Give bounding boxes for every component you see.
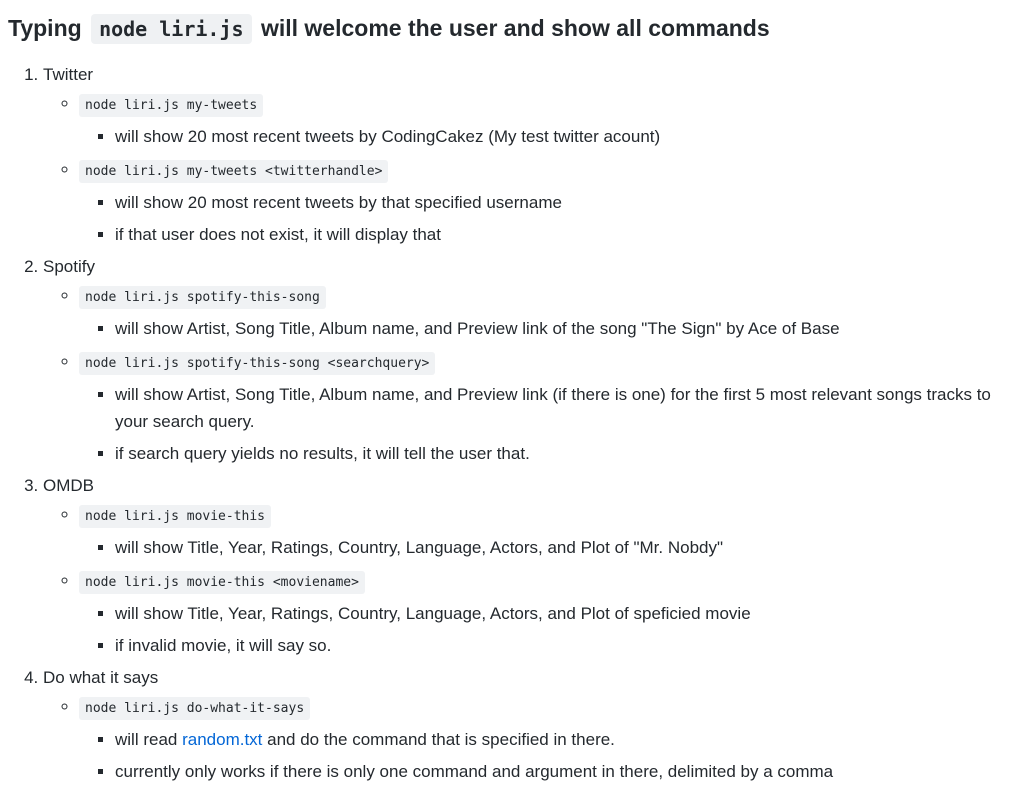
command-code: node liri.js movie-this <moviename> <box>79 571 365 594</box>
heading-code: node liri.js <box>91 14 252 44</box>
heading-prefix: Typing <box>8 15 82 41</box>
detail-list: will show Title, Year, Ratings, Country,… <box>79 534 998 561</box>
detail-list: will read random.txt and do the command … <box>79 726 998 785</box>
section-title: Do what it says <box>43 668 159 687</box>
detail-text: will read <box>115 730 178 749</box>
detail-item: if search query yields no results, it wi… <box>115 440 998 467</box>
random-txt-link[interactable]: random.txt <box>182 730 262 749</box>
heading-suffix: will welcome the user and show all comma… <box>260 15 770 41</box>
command-item: node liri.js movie-this will show Title,… <box>79 503 998 561</box>
command-item: node liri.js spotify-this-song will show… <box>79 284 998 342</box>
detail-text: and do the command that is specified in … <box>267 730 615 749</box>
command-code: node liri.js spotify-this-song <searchqu… <box>79 352 436 375</box>
detail-item: currently only works if there is only on… <box>115 758 998 785</box>
detail-list: will show Title, Year, Ratings, Country,… <box>79 600 998 659</box>
command-list: node liri.js spotify-this-song will show… <box>43 284 998 467</box>
page-heading: Typing node liri.js will welcome the use… <box>8 0 998 45</box>
command-item: node liri.js movie-this <moviename> will… <box>79 569 998 659</box>
commands-list: Twitter node liri.js my-tweets will show… <box>8 63 998 785</box>
detail-item: if that user does not exist, it will dis… <box>115 221 998 248</box>
detail-list: will show 20 most recent tweets by that … <box>79 189 998 248</box>
command-code: node liri.js spotify-this-song <box>79 286 326 309</box>
section-title: OMDB <box>43 476 94 495</box>
detail-list: will show Artist, Song Title, Album name… <box>79 381 998 467</box>
detail-item: will show 20 most recent tweets by Codin… <box>115 123 998 150</box>
detail-item: if invalid movie, it will say so. <box>115 632 998 659</box>
section-twitter: Twitter node liri.js my-tweets will show… <box>43 63 998 248</box>
section-spotify: Spotify node liri.js spotify-this-song w… <box>43 255 998 467</box>
detail-item: will show Title, Year, Ratings, Country,… <box>115 534 998 561</box>
command-item: node liri.js spotify-this-song <searchqu… <box>79 350 998 467</box>
command-code: node liri.js movie-this <box>79 505 272 528</box>
detail-item: will read random.txt and do the command … <box>115 726 998 753</box>
detail-list: will show 20 most recent tweets by Codin… <box>79 123 998 150</box>
readme-document: Typing node liri.js will welcome the use… <box>0 0 998 785</box>
command-item: node liri.js my-tweets <twitterhandle> w… <box>79 158 998 248</box>
command-code: node liri.js do-what-it-says <box>79 697 311 720</box>
section-title: Spotify <box>43 257 95 276</box>
detail-list: will show Artist, Song Title, Album name… <box>79 315 998 342</box>
command-code: node liri.js my-tweets <twitterhandle> <box>79 160 389 183</box>
command-code: node liri.js my-tweets <box>79 94 264 117</box>
section-title: Twitter <box>43 65 94 84</box>
section-do-what-it-says: Do what it says node liri.js do-what-it-… <box>43 666 998 785</box>
detail-item: will show Artist, Song Title, Album name… <box>115 381 998 435</box>
detail-item: will show Title, Year, Ratings, Country,… <box>115 600 998 627</box>
detail-item: will show Artist, Song Title, Album name… <box>115 315 998 342</box>
command-list: node liri.js do-what-it-says will read r… <box>43 695 998 785</box>
command-list: node liri.js my-tweets will show 20 most… <box>43 92 998 248</box>
command-item: node liri.js my-tweets will show 20 most… <box>79 92 998 150</box>
command-list: node liri.js movie-this will show Title,… <box>43 503 998 659</box>
detail-item: will show 20 most recent tweets by that … <box>115 189 998 216</box>
section-omdb: OMDB node liri.js movie-this will show T… <box>43 474 998 659</box>
command-item: node liri.js do-what-it-says will read r… <box>79 695 998 785</box>
